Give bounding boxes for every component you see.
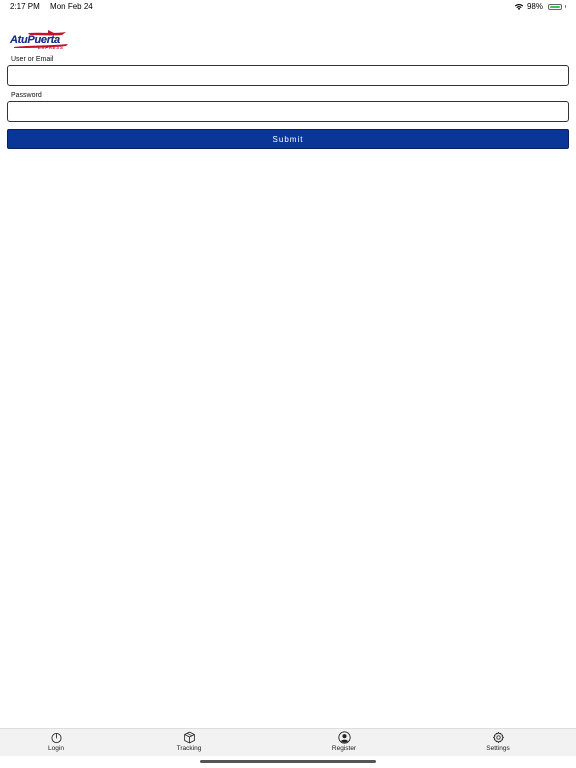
tab-bar: Login Tracking Register Settings [0, 728, 576, 756]
status-time: 2:17 PM [10, 2, 40, 11]
box-icon [183, 731, 195, 744]
app-screen: 2:17 PM Mon Feb 24 98% AtuPuerta EXPRESS… [0, 0, 576, 768]
tab-tracking-label: Tracking [176, 745, 202, 752]
tab-register-label: Register [331, 745, 357, 752]
status-right: 98% [514, 2, 566, 11]
tab-tracking[interactable]: Tracking [159, 731, 219, 755]
gear-icon [492, 731, 504, 744]
tab-register[interactable]: Register [314, 731, 374, 755]
battery-icon [548, 3, 562, 10]
tab-settings-label: Settings [486, 745, 510, 752]
tab-login[interactable]: Login [26, 731, 86, 755]
status-left: 2:17 PM Mon Feb 24 [10, 2, 101, 11]
wifi-icon [514, 3, 524, 10]
battery-cap [565, 5, 566, 8]
tab-login-label: Login [48, 745, 64, 752]
status-date: Mon Feb 24 [50, 2, 93, 11]
person-circle-icon [337, 731, 351, 744]
status-bar: 2:17 PM Mon Feb 24 98% [0, 0, 576, 14]
submit-button-label: Submit [272, 134, 304, 144]
logo-subtext: EXPRESS [38, 45, 64, 50]
power-icon [50, 733, 62, 744]
tab-settings[interactable]: Settings [468, 731, 528, 755]
password-field-label: Password [11, 92, 42, 99]
submit-button[interactable]: Submit [7, 129, 569, 149]
battery-percent: 98% [526, 2, 543, 11]
user-email-input[interactable] [7, 65, 569, 86]
battery-fill [550, 5, 560, 8]
password-input[interactable] [7, 101, 569, 122]
user-field-label: User or Email [11, 56, 54, 63]
home-indicator[interactable] [200, 760, 376, 763]
app-logo: AtuPuerta EXPRESS [8, 30, 70, 52]
